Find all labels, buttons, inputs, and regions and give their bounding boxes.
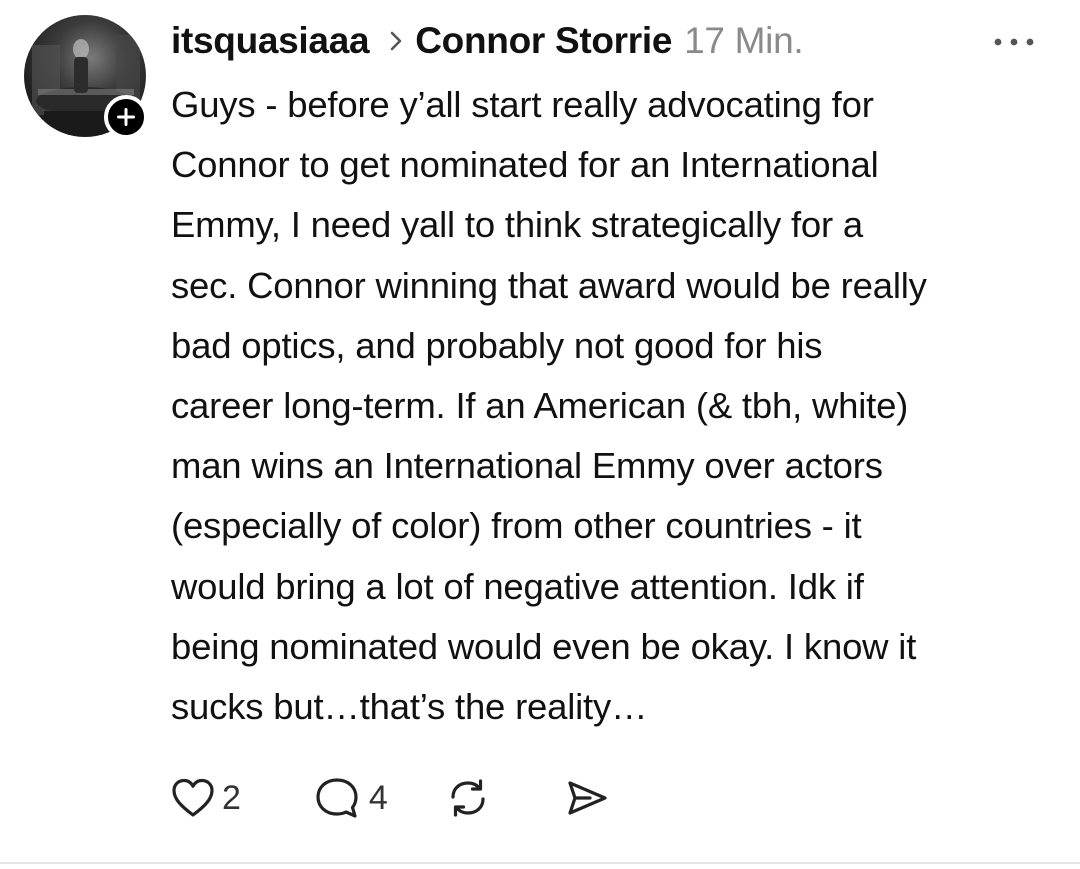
post-body-line: Emmy, I need yall to think strategically…: [171, 204, 864, 246]
comment-count: 4: [368, 778, 388, 817]
post-body-line: sucks but…that’s the reality…: [171, 686, 648, 728]
post-header: itsquasiaaa Connor Storrie 17 Min.: [171, 16, 804, 66]
post-body-line: man wins an International Emmy over acto…: [171, 445, 883, 487]
avatar-container: [24, 15, 148, 139]
post-body-line: Connor to get nominated for an Internati…: [171, 144, 879, 186]
share-button[interactable]: [564, 776, 610, 820]
more-options-button[interactable]: [985, 22, 1043, 62]
follow-button[interactable]: [104, 95, 148, 139]
heart-icon: [172, 778, 214, 817]
comment-button[interactable]: 4: [313, 775, 388, 821]
post-body-line: would bring a lot of negative attention.…: [171, 565, 864, 607]
post-timestamp: 17 Min.: [684, 20, 804, 61]
like-count: 2: [222, 778, 241, 817]
plus-icon: [117, 108, 135, 126]
send-icon: [568, 781, 607, 815]
repost-button[interactable]: [444, 775, 492, 821]
reply-to-link[interactable]: Connor Storrie: [415, 20, 672, 62]
post-body: Guys - before y’all start really advocat…: [171, 75, 1061, 737]
post-body-line: sec. Connor winning that award would be …: [171, 264, 927, 306]
username-link[interactable]: itsquasiaaa: [171, 20, 370, 62]
post-actions: 2 4: [170, 772, 610, 824]
thread-post: itsquasiaaa Connor Storrie 17 Min. Guys …: [0, 0, 1080, 864]
post-body-line: (especially of color) from other countri…: [171, 505, 862, 547]
more-horizontal-icon: [994, 38, 1034, 46]
like-button[interactable]: 2: [170, 776, 241, 820]
chevron-right-icon: [389, 30, 403, 52]
post-divider: [0, 862, 1080, 864]
repost-icon: [451, 779, 485, 817]
post-body-line: bad optics, and probably not good for hi…: [171, 324, 823, 366]
post-body-line: being nominated would even be okay. I kn…: [171, 625, 917, 667]
post-body-line: career long-term. If an American (& tbh,…: [171, 385, 909, 427]
comment-icon: [316, 778, 358, 818]
post-body-line: Guys - before y’all start really advocat…: [171, 84, 874, 125]
